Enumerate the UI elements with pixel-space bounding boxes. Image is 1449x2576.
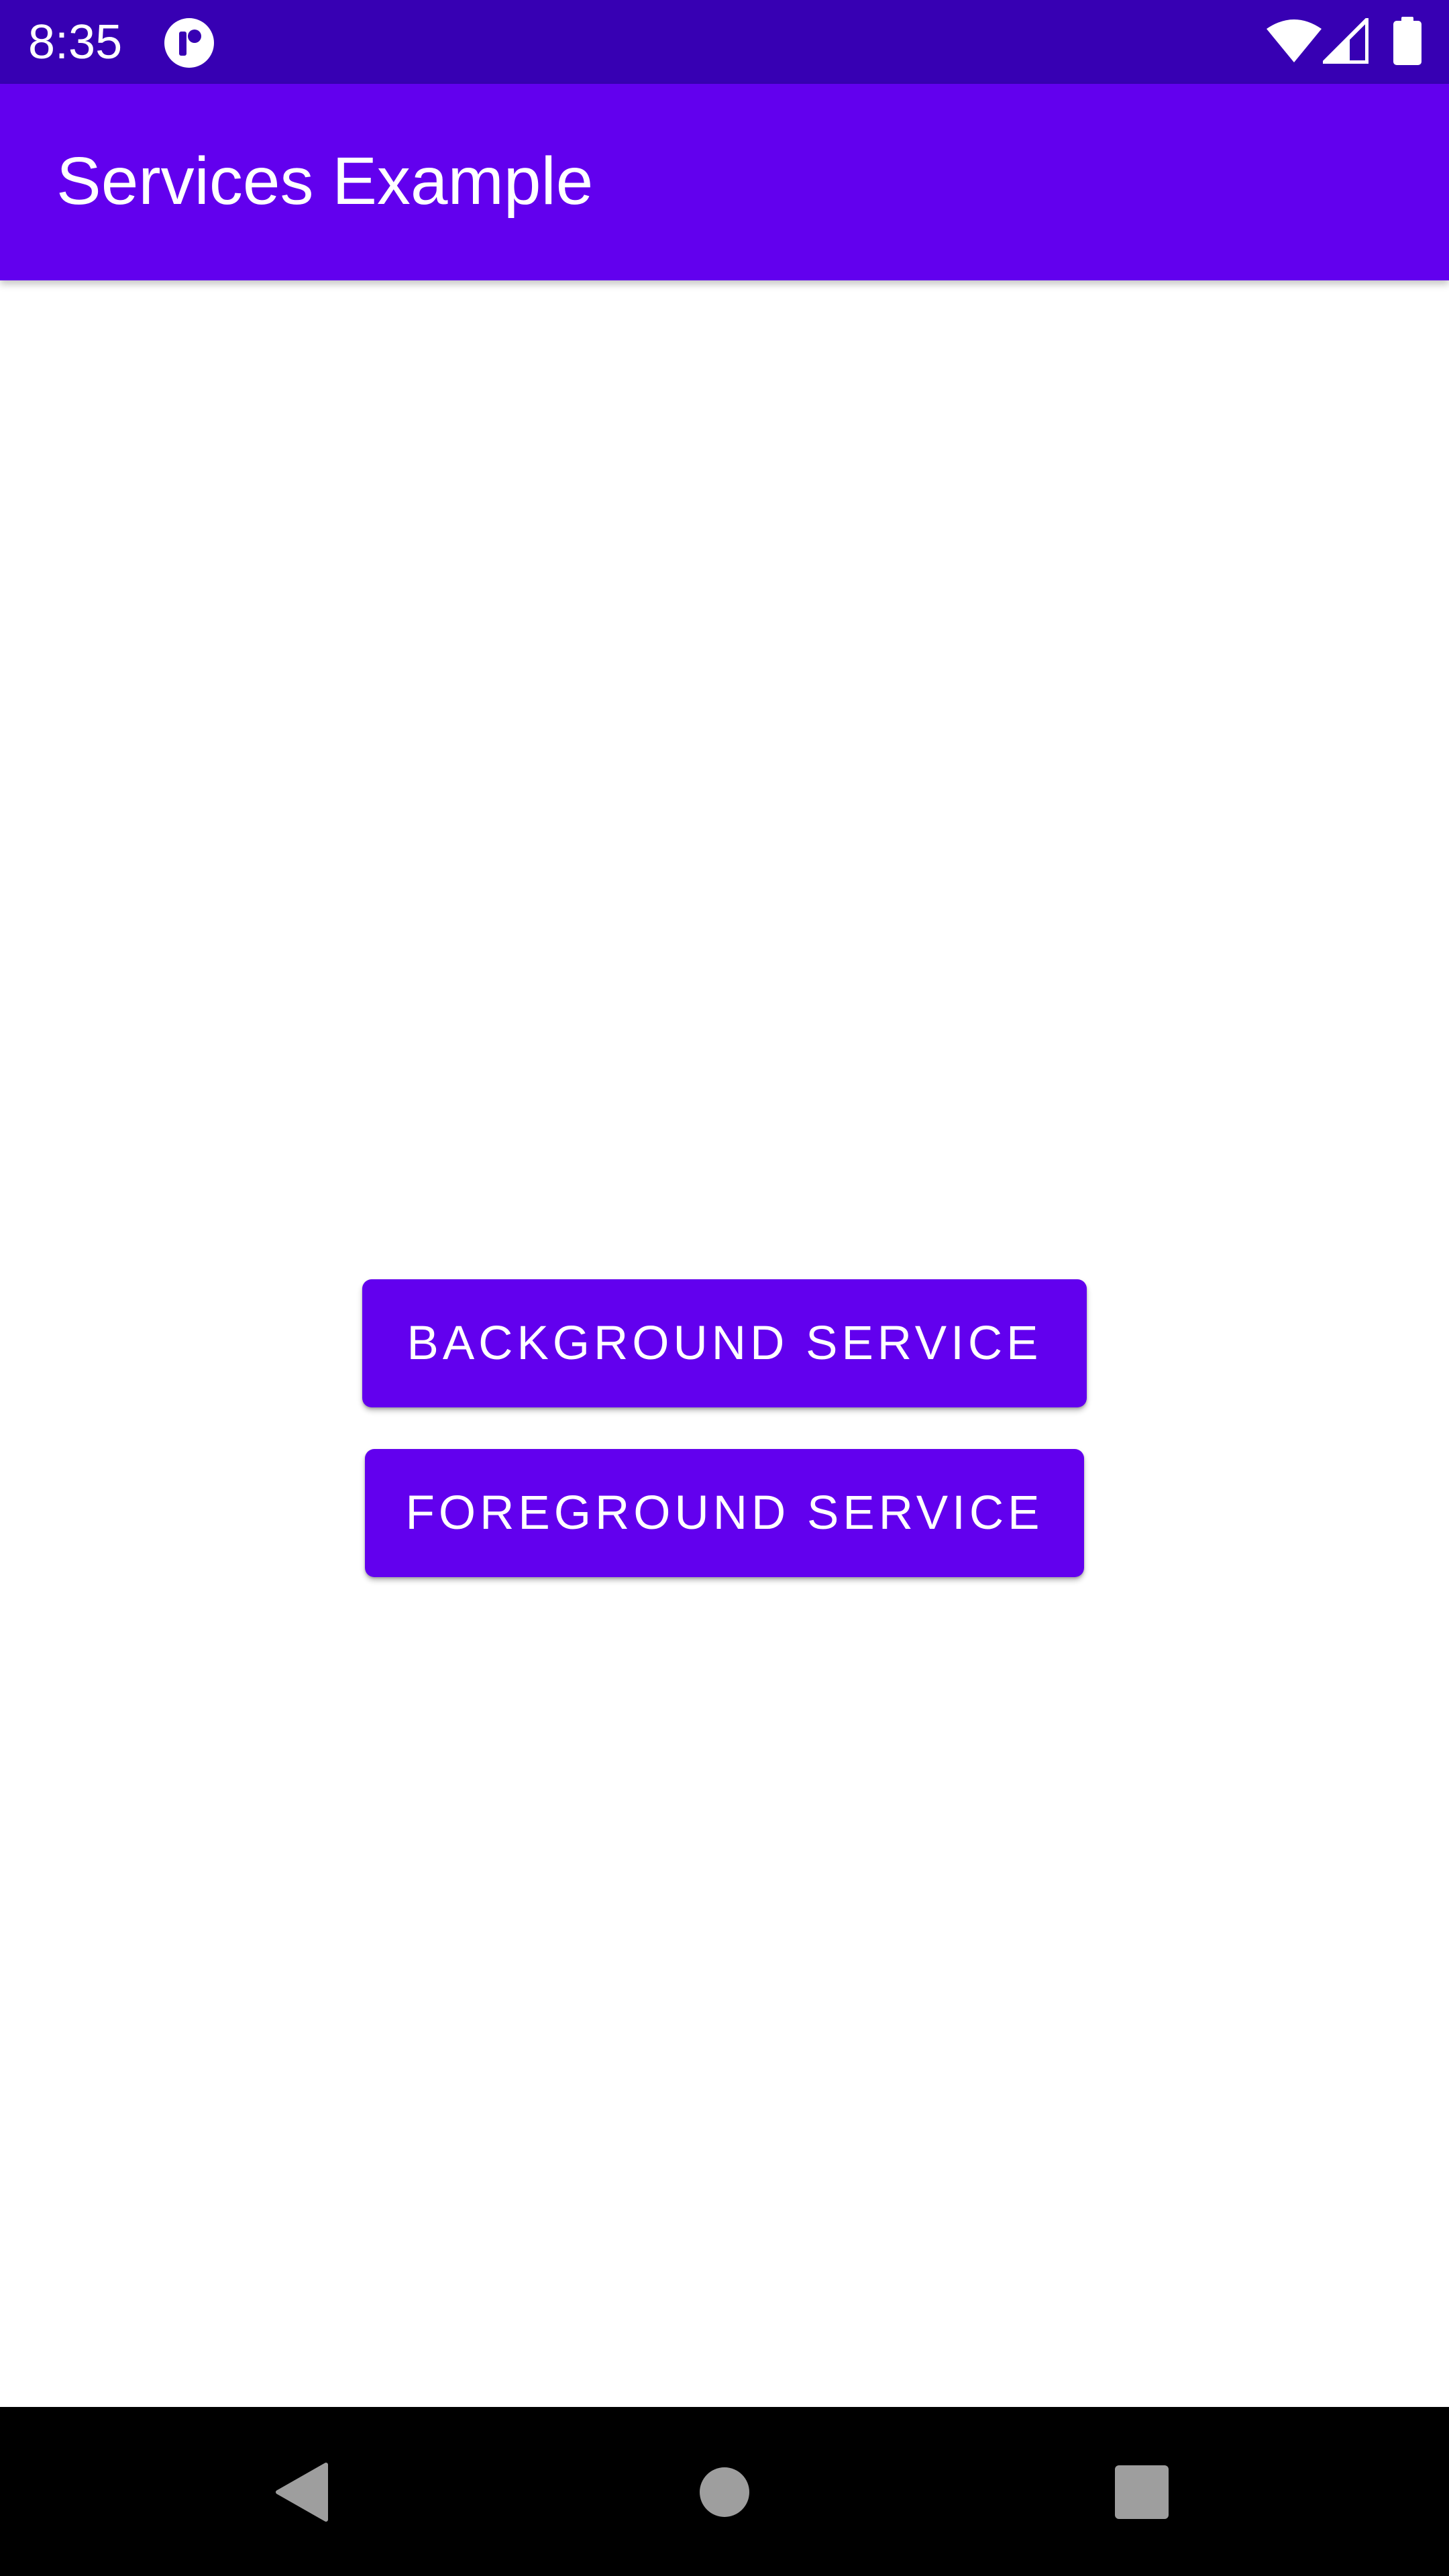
screen: 8:35 Services Example BACKGROUND SERVICE… — [0, 0, 1449, 2576]
home-icon[interactable] — [699, 2467, 750, 2518]
background-service-button-label: BACKGROUND SERVICE — [407, 1317, 1042, 1370]
status-time: 8:35 — [28, 15, 123, 69]
notification-app-icon — [163, 17, 215, 69]
recents-icon[interactable] — [1115, 2465, 1169, 2519]
back-icon[interactable] — [274, 2462, 329, 2522]
background-service-button[interactable]: BACKGROUND SERVICE — [362, 1279, 1087, 1407]
app-bar: Services Example — [0, 84, 1449, 280]
foreground-service-button[interactable]: FOREGROUND SERVICE — [365, 1449, 1084, 1577]
cell-signal-icon — [1322, 17, 1369, 64]
wifi-icon — [1267, 18, 1322, 64]
battery-icon — [1393, 17, 1421, 65]
navigation-bar — [0, 2407, 1449, 2576]
foreground-service-button-label: FOREGROUND SERVICE — [405, 1487, 1044, 1540]
app-title: Services Example — [56, 144, 594, 219]
status-bar: 8:35 — [0, 0, 1449, 84]
